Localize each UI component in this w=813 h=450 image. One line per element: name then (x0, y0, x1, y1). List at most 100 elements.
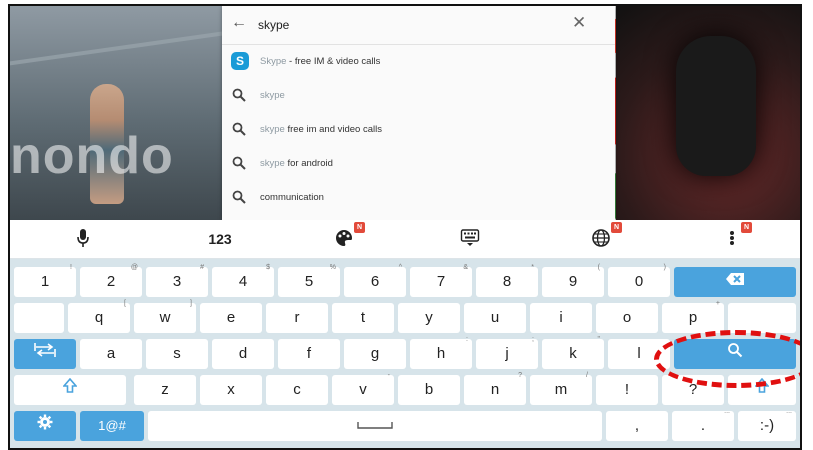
key-exclamation[interactable]: ! (596, 375, 658, 405)
key-8[interactable]: 8 * (476, 264, 538, 297)
key-secondary-label: " (597, 336, 601, 343)
key-label: . (700, 417, 706, 434)
key-h[interactable]: h: (410, 336, 472, 369)
key-r[interactable]: r (266, 303, 328, 333)
keyboard-hide-icon[interactable] (458, 228, 482, 250)
key-z[interactable]: z (134, 375, 196, 405)
close-icon[interactable]: ✕ (572, 13, 586, 33)
key-j[interactable]: j; (476, 336, 538, 369)
key-g[interactable]: g (344, 339, 406, 369)
key-secondary-label: ! (70, 264, 72, 271)
backspace-key[interactable] (674, 267, 796, 297)
key-o[interactable]: o (596, 303, 658, 333)
key-e[interactable]: e (200, 303, 262, 333)
comma-key[interactable]: , (606, 411, 668, 441)
key-secondary-label: ... (724, 408, 730, 415)
key-5[interactable]: 5% (278, 264, 340, 297)
key-s[interactable]: s (146, 339, 208, 369)
key-d[interactable]: d (212, 339, 274, 369)
globe-icon[interactable]: N (590, 222, 622, 250)
blank-key-right[interactable] (728, 303, 796, 333)
key-label: 7 (436, 273, 446, 290)
key-label: s (173, 345, 181, 362)
suggestion-item[interactable]: S Skype - free IM & video calls (222, 45, 615, 79)
key-t[interactable]: t (332, 303, 394, 333)
key-1[interactable]: 1! (14, 264, 76, 297)
key-p[interactable]: p + (662, 300, 724, 333)
search-icon (232, 122, 248, 138)
microphone-icon[interactable] (72, 228, 94, 250)
blank-key[interactable] (14, 303, 64, 333)
suggestion-query-part: skype (260, 124, 285, 135)
key-label: n (490, 381, 500, 398)
key-i[interactable]: i (530, 303, 592, 333)
key-q[interactable]: q[ (68, 300, 130, 333)
suggestion-item[interactable]: skype for android (222, 147, 615, 181)
key-secondary-label: ( (597, 264, 600, 271)
key-a[interactable]: a (80, 339, 142, 369)
key-w[interactable]: w] (134, 300, 196, 333)
period-key[interactable]: .... (672, 408, 734, 441)
key-k[interactable]: k " (542, 336, 604, 369)
on-screen-keyboard: 123 N N N 1! 2 @3 #4 $5% 6 ^ 7 & 8 * 9(0) q[w] e r t y u i… (10, 220, 800, 448)
key-x[interactable]: x (200, 375, 262, 405)
new-badge: N (354, 222, 365, 233)
suggestion-completion-part: - free IM & video calls (286, 56, 381, 67)
numbers-toggle-button[interactable]: 123 (200, 231, 240, 253)
shift-key-left[interactable] (14, 375, 126, 405)
key-label: g (370, 345, 380, 362)
key-u[interactable]: u (464, 303, 526, 333)
key-m[interactable]: m / (530, 372, 592, 405)
key-label: e (226, 309, 236, 326)
key-v[interactable]: v- (332, 372, 394, 405)
cursor-move-key[interactable] (14, 339, 76, 369)
key-secondary-label: $ (266, 264, 270, 271)
key-label: d (238, 345, 248, 362)
key-b[interactable]: b (398, 375, 460, 405)
shift-icon (62, 375, 78, 405)
key-9[interactable]: 9( (542, 264, 604, 297)
key-n[interactable]: n? (464, 372, 526, 405)
suggestion-text: communication (260, 192, 324, 203)
key-6[interactable]: 6 ^ (344, 264, 406, 297)
skype-app-icon: S (231, 52, 249, 70)
key-label: j (505, 345, 509, 362)
key-secondary-label: ] (190, 300, 192, 307)
gear-icon (37, 411, 53, 441)
search-bar[interactable]: ← skype ✕ (222, 6, 615, 45)
suggestion-item[interactable]: communication (222, 181, 615, 215)
new-badge: N (741, 222, 752, 233)
settings-key[interactable] (14, 411, 76, 441)
search-input[interactable]: skype (258, 18, 289, 32)
key-secondary-label: ; (532, 336, 534, 343)
key-label: q (94, 309, 104, 326)
symbols-key[interactable]: 1@# (80, 411, 144, 441)
emoticon-key[interactable]: :-)... (738, 408, 796, 441)
key-f[interactable]: f (278, 339, 340, 369)
theme-palette-icon[interactable]: N (333, 222, 365, 250)
key-c[interactable]: c (266, 375, 328, 405)
suggestion-text: Skype - free IM & video calls (260, 56, 380, 67)
key-3[interactable]: 3 # (146, 264, 208, 297)
key-secondary-label: / (586, 372, 588, 379)
key-label: u (490, 309, 500, 326)
key-2[interactable]: 2 @ (80, 264, 142, 297)
key-label: 1@# (98, 418, 126, 433)
background-photo-batman (616, 6, 800, 220)
more-vertical-icon[interactable]: N (722, 222, 752, 250)
suggestion-item[interactable]: skype (222, 79, 615, 113)
arrow-left-icon[interactable]: ← (231, 14, 247, 32)
key-secondary-label: ... (786, 408, 792, 415)
key-secondary-label: - (387, 372, 390, 379)
space-key[interactable] (148, 411, 602, 441)
key-y[interactable]: y (398, 303, 460, 333)
key-0[interactable]: 0) (608, 264, 670, 297)
key-label: 5 (304, 273, 314, 290)
search-panel: ← skype ✕ S Skype - free IM & video calls… (222, 6, 615, 220)
key-secondary-label: # (200, 264, 204, 271)
key-7[interactable]: 7 & (410, 264, 472, 297)
key-4[interactable]: 4 $ (212, 264, 274, 297)
suggestion-item[interactable]: skype free im and video calls (222, 113, 615, 147)
key-secondary-label: ? (518, 372, 522, 379)
key-label: b (424, 381, 434, 398)
